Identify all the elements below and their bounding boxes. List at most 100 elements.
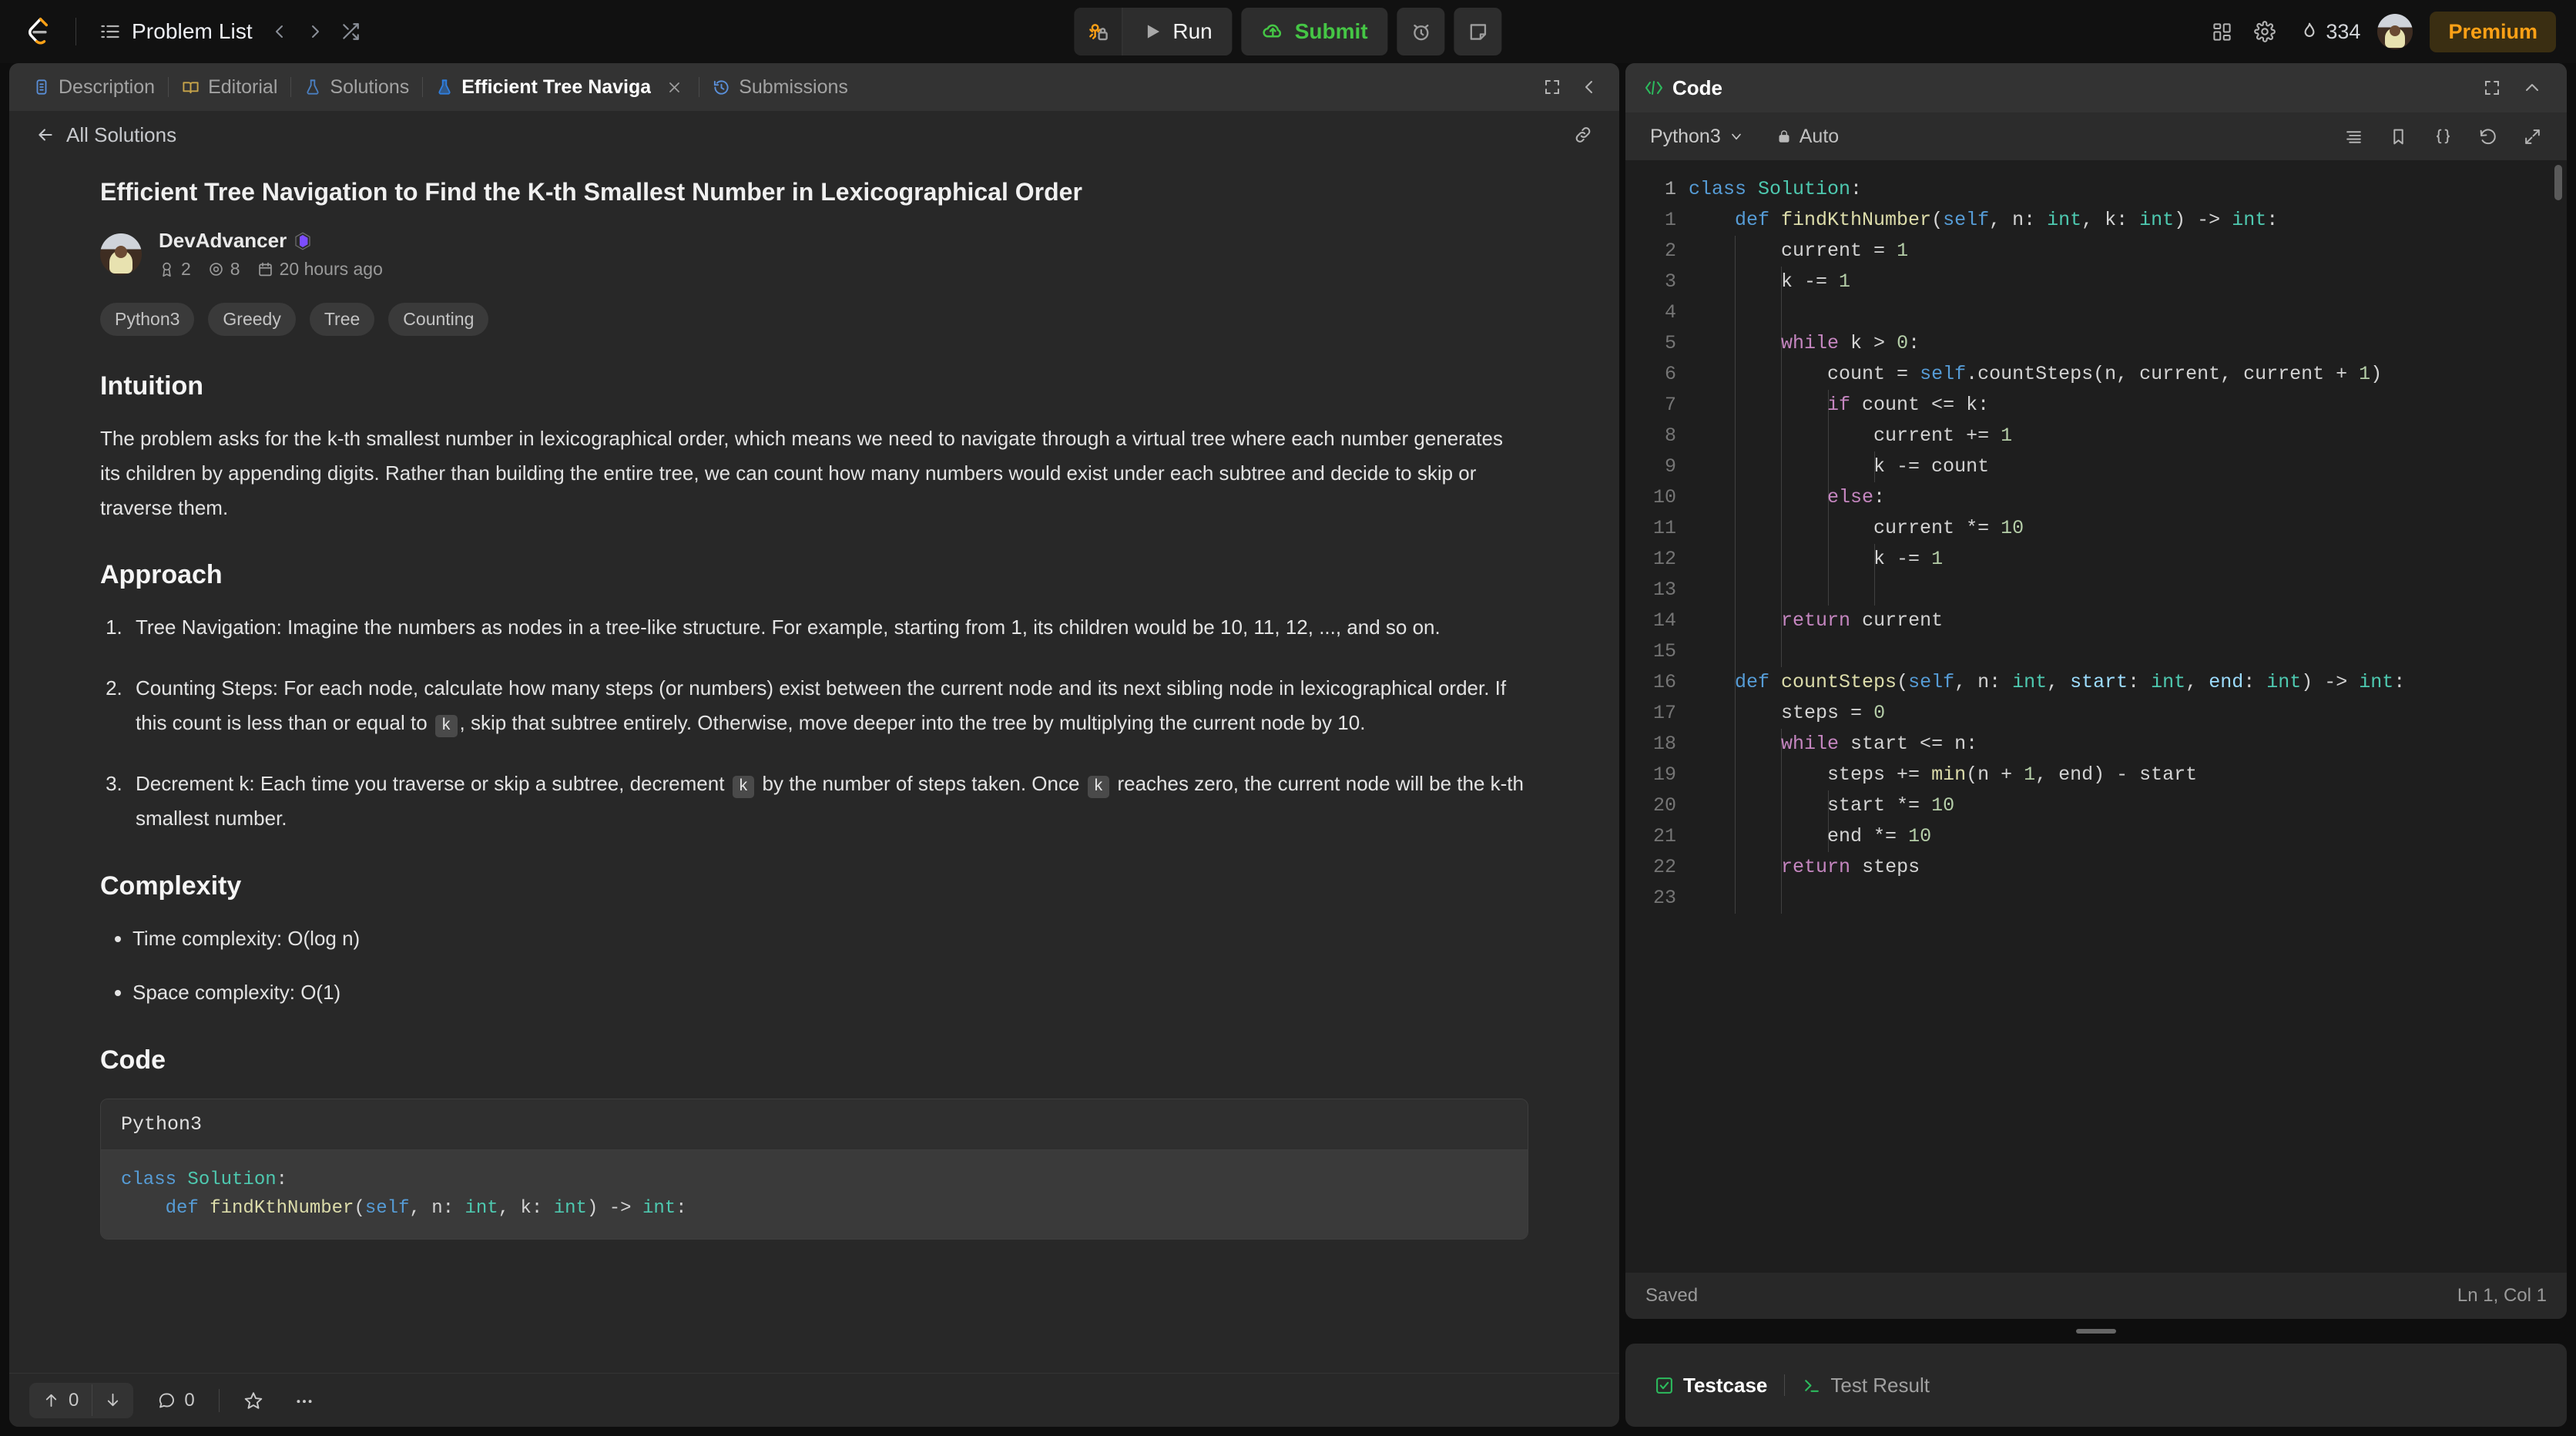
all-solutions-back-link[interactable]: All Solutions [29, 119, 183, 152]
line-number: 2 [1664, 240, 1676, 262]
sticky-note-icon[interactable] [1454, 8, 1502, 55]
chevron-up-icon[interactable] [2516, 72, 2548, 104]
code-line: current += 1 [1689, 421, 2567, 451]
author-stats: 2 8 20 hours ago [159, 259, 383, 280]
complexity-list: Time complexity: O(log n) Space complexi… [132, 921, 1528, 1010]
star-button[interactable] [236, 1385, 270, 1416]
run-button[interactable]: Run [1122, 8, 1233, 55]
test-panel-divider [1784, 1374, 1786, 1396]
expand-fullscreen-icon[interactable] [1536, 71, 1568, 103]
comment-count: 0 [184, 1389, 195, 1411]
code-token: , k: [498, 1198, 554, 1220]
run-button-group: Run [1074, 8, 1233, 55]
downvote-button[interactable] [92, 1384, 133, 1416]
tab-description[interactable]: Description [23, 71, 165, 104]
solution-flask-icon [436, 79, 453, 96]
close-icon[interactable] [662, 75, 686, 99]
upvote-button[interactable]: 0 [29, 1383, 92, 1418]
problem-list-button[interactable]: Problem List [90, 12, 262, 51]
code-editor[interactable]: 1 1 2 3 4 5 6 7 8 9 10 11 12 13 14 15 16 17 18 19 20 21 22 23 c… [1625, 160, 2567, 1273]
description-doc-icon [33, 79, 50, 96]
language-selector[interactable]: Python3 [1644, 121, 1750, 153]
code-token: return [1781, 609, 1863, 632]
code-line: k -= 1 [1689, 544, 2567, 575]
author-avatar[interactable] [100, 233, 142, 276]
code-token: : [276, 1169, 288, 1191]
line-number: 15 [1652, 640, 1676, 663]
tab-current-solution[interactable]: Efficient Tree Naviga [426, 70, 696, 104]
code-token: 10 [1931, 794, 1955, 817]
comment-button[interactable]: 0 [150, 1384, 201, 1417]
bookmark-icon[interactable] [2382, 120, 2414, 153]
tab-editorial[interactable]: Editorial [172, 71, 287, 104]
step-text-cont: , skip that subtree entirely. Otherwise,… [459, 710, 1366, 734]
auto-save-toggle[interactable]: Auto [1770, 121, 1845, 153]
tag-item[interactable]: Python3 [100, 303, 195, 337]
language-label: Python3 [1650, 125, 1721, 147]
apps-grid-icon[interactable] [2204, 14, 2239, 49]
code-editor-toolbar-actions [2337, 120, 2548, 153]
link-chain-icon[interactable] [1567, 119, 1599, 151]
calendar-icon [257, 261, 273, 277]
more-options-button[interactable] [287, 1385, 321, 1416]
code-token: 10 [1908, 825, 1932, 847]
editor-scrollbar[interactable] [2554, 165, 2562, 200]
code-token: 1 [1897, 240, 1909, 262]
expand-arrows-icon[interactable] [2516, 120, 2548, 153]
editor-code-area[interactable]: class Solution: def findKthNumber(self, … [1689, 160, 2567, 1273]
tab-solutions[interactable]: Solutions [294, 71, 419, 104]
tag-item[interactable]: Greedy [208, 303, 296, 337]
premium-button[interactable]: Premium [2430, 11, 2556, 52]
format-lines-icon[interactable] [2337, 120, 2370, 153]
line-number: 20 [1652, 794, 1676, 817]
alarm-clock-icon[interactable] [1397, 8, 1445, 55]
tag-item[interactable]: Counting [388, 303, 489, 337]
debug-lock-icon[interactable] [1074, 8, 1122, 55]
code-token: int [2359, 671, 2394, 693]
approach-step-list: Tree Navigation: Imagine the numbers as … [128, 610, 1528, 835]
code-token: int [642, 1198, 676, 1220]
code-line: k -= count [1689, 451, 2567, 482]
inline-code-k: k [434, 714, 458, 737]
code-token: .countSteps(n, current, current + [1966, 363, 2360, 385]
expand-fullscreen-icon[interactable] [2476, 72, 2508, 104]
line-number-primary: 1 [1664, 178, 1676, 200]
code-line: class Solution: [1689, 174, 2567, 205]
leetcode-logo-icon[interactable] [20, 14, 55, 49]
code-token: steps = [1781, 702, 1874, 724]
left-panel-tabbar: Description Editorial Solutions Efficien… [9, 63, 1619, 111]
editor-code-lines: class Solution: def findKthNumber(self, … [1689, 174, 2567, 914]
tab-divider [422, 77, 424, 97]
list-item: Decrement k: Each time you traverse or s… [128, 767, 1528, 836]
tab-test-result[interactable]: Test Result [1793, 1367, 1939, 1404]
author-name[interactable]: DevAdvancer [159, 229, 287, 253]
chevron-left-icon[interactable] [262, 14, 297, 49]
code-token: , n: [1989, 209, 2048, 231]
gear-icon[interactable] [2247, 14, 2283, 49]
curly-braces-icon[interactable] [2427, 120, 2459, 153]
tag-item[interactable]: Tree [309, 303, 375, 337]
list-item: Counting Steps: For each node, calculate… [128, 671, 1528, 740]
line-number: 19 [1652, 763, 1676, 786]
chevron-right-icon[interactable] [297, 14, 333, 49]
section-heading-complexity: Complexity [100, 871, 242, 901]
tab-submissions[interactable]: Submissions [703, 71, 858, 104]
list-item: Space complexity: O(1) [132, 975, 1528, 1010]
reset-undo-icon[interactable] [2471, 120, 2504, 153]
avatar[interactable] [2377, 14, 2413, 49]
streak-counter[interactable]: 334 [2290, 14, 2370, 50]
tab-testcase[interactable]: Testcase [1645, 1367, 1776, 1404]
shuffle-icon[interactable] [333, 14, 368, 49]
code-token: min [1931, 763, 1967, 786]
collapse-panel-chevron-left-icon[interactable] [1573, 71, 1605, 103]
line-number: 4 [1664, 301, 1676, 324]
panel-resize-handle[interactable] [1625, 1325, 2567, 1337]
editor-status-bar: Saved Ln 1, Col 1 [1625, 1273, 2567, 1319]
line-number: 17 [1652, 702, 1676, 724]
line-number: 21 [1652, 825, 1676, 847]
submit-button[interactable]: Submit [1241, 8, 1388, 55]
code-token: : [2393, 671, 2406, 693]
code-token: while [1781, 332, 1851, 354]
tag-list: Python3 Greedy Tree Counting [100, 303, 1528, 337]
